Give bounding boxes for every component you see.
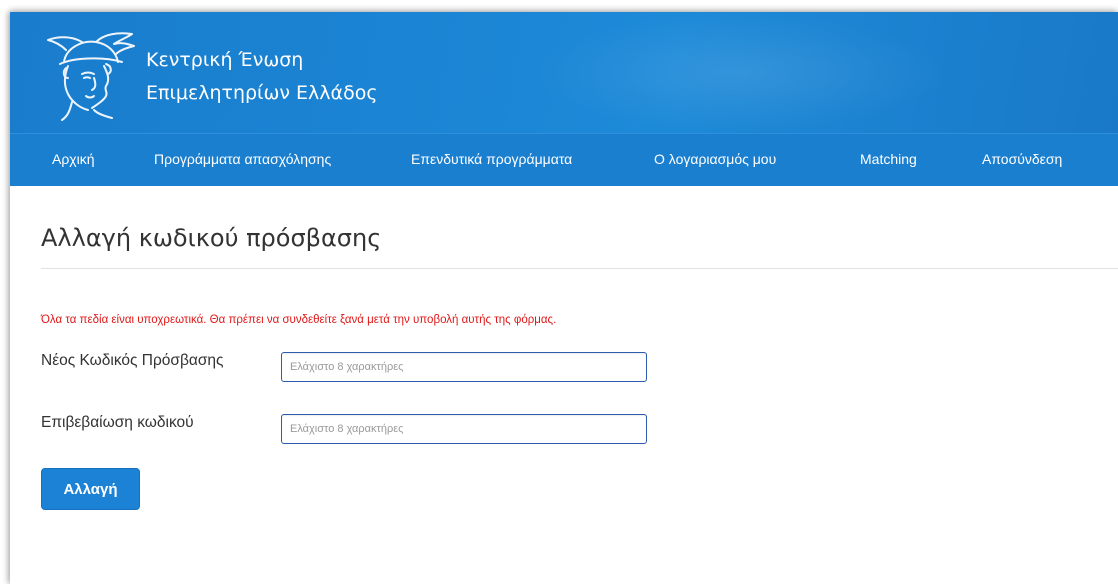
site-title-line2: Επιμελητηρίων Ελλάδος: [146, 82, 378, 104]
nav-item-my-account[interactable]: Ο λογαριασμός μου: [654, 134, 776, 186]
confirm-password-input[interactable]: [281, 414, 647, 444]
site-title[interactable]: Κεντρική Ένωση Επιμελητηρίων Ελλάδος: [146, 44, 377, 110]
page-title: Αλλαγή κωδικού πρόσβασης: [41, 224, 382, 252]
nav-item-logout[interactable]: Αποσύνδεση: [982, 134, 1062, 186]
site-header: Κεντρική Ένωση Επιμελητηρίων Ελλάδος: [10, 12, 1118, 133]
required-fields-notice: Όλα τα πεδία είναι υποχρεωτικά. Θα πρέπε…: [41, 314, 557, 326]
site-title-line1: Κεντρική Ένωση: [146, 49, 304, 71]
nav-item-investment-programs[interactable]: Επενδυτικά προγράμματα: [411, 134, 572, 186]
nav-item-home[interactable]: Αρχική: [52, 134, 95, 186]
nav-item-employment-programs[interactable]: Προγράμματα απασχόλησης: [154, 134, 331, 186]
new-password-input[interactable]: [281, 352, 647, 382]
confirm-password-label: Επιβεβαίωση κωδικού: [41, 414, 194, 431]
hermes-head-logo-icon[interactable]: [42, 28, 138, 124]
title-divider: [41, 268, 1118, 269]
main-nav: Αρχική Προγράμματα απασχόλησης Επενδυτικ…: [10, 133, 1118, 186]
new-password-label: Νέος Κωδικός Πρόσβασης: [41, 352, 224, 369]
page-frame: Κεντρική Ένωση Επιμελητηρίων Ελλάδος Αρχ…: [10, 12, 1118, 584]
nav-item-matching[interactable]: Matching: [860, 134, 917, 186]
header-decoration: [530, 12, 950, 133]
change-password-button[interactable]: Αλλαγή: [41, 468, 140, 510]
